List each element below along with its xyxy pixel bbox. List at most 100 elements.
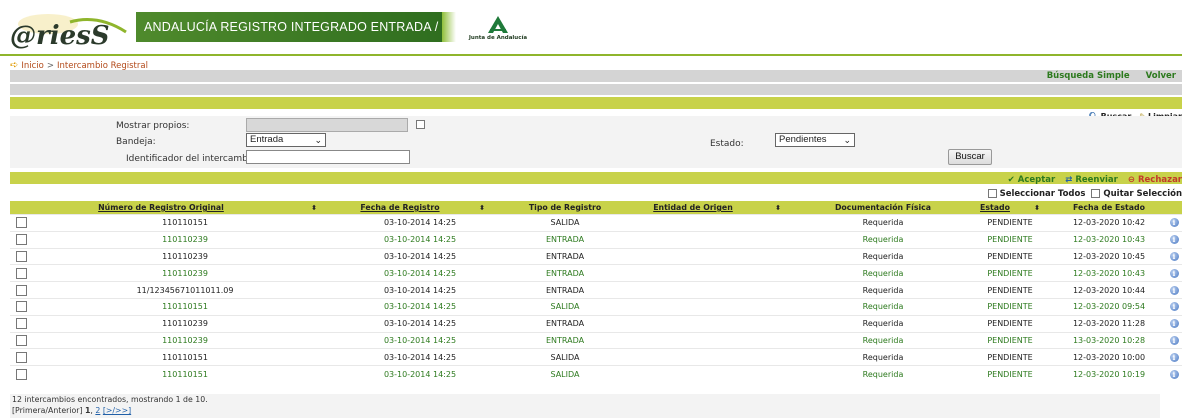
cell-origin-entity xyxy=(628,331,798,349)
cell-checkbox[interactable] xyxy=(10,264,32,282)
row-checkbox[interactable] xyxy=(15,284,27,296)
cell-origin-entity xyxy=(628,348,798,366)
info-icon[interactable]: i xyxy=(1169,235,1179,245)
results-summary: 12 intercambios encontrados, mostrando 1… xyxy=(12,395,208,404)
table-row[interactable]: 11/12345671011011.09 03-10-2014 14:25 ENTR… xyxy=(10,281,1182,299)
header-origin-entity[interactable]: Entidad de Origen xyxy=(628,201,758,215)
cell-info[interactable]: i xyxy=(1166,264,1182,282)
filter-panel: Mostrar propios: Bandeja: Entrada ⌄ Ident… xyxy=(10,116,1182,168)
info-icon[interactable]: i xyxy=(1169,335,1179,345)
back-link[interactable]: Volver xyxy=(1146,71,1176,81)
cell-checkbox[interactable] xyxy=(10,348,32,366)
cell-status-date: 12-03-2020 11:28 xyxy=(1052,314,1166,333)
chevron-down-icon: ⌄ xyxy=(843,135,851,145)
cell-info[interactable]: i xyxy=(1166,247,1182,265)
resend-action[interactable]: ⇄ Reenviar xyxy=(1065,175,1118,185)
aries-logo[interactable]: @riesS xyxy=(8,10,136,51)
reject-action[interactable]: ⊖ Rechazar xyxy=(1128,175,1182,185)
cell-status-date: 12-03-2020 09:54 xyxy=(1052,297,1166,316)
tray-select[interactable]: Entrada ⌄ xyxy=(246,133,326,147)
header-status[interactable]: Estado xyxy=(968,201,1022,215)
cell-origin-entity xyxy=(628,365,798,382)
cell-orig-number: 110110239 xyxy=(32,314,338,333)
table-header-row: Número de Registro Original ⬍ Fecha de R… xyxy=(10,201,1182,215)
cell-status: PENDIENTE xyxy=(968,264,1052,282)
cell-info[interactable]: i xyxy=(1166,314,1182,333)
select-all-checkbox[interactable] xyxy=(987,189,997,198)
cell-orig-number: 110110151 xyxy=(32,348,338,366)
table-row[interactable]: 110110151 03-10-2014 14:25 SALIDA Requerida… xyxy=(10,297,1182,316)
header-orig-number[interactable]: Número de Registro Original xyxy=(32,201,290,215)
row-checkbox[interactable] xyxy=(15,267,27,279)
table-row[interactable]: 110110239 03-10-2014 14:25 ENTRADA Requerid… xyxy=(10,264,1182,282)
row-checkbox[interactable] xyxy=(15,368,27,380)
tray-select-value: Entrada xyxy=(250,134,284,145)
cell-status-date: 12-03-2020 10:19 xyxy=(1052,365,1166,382)
cell-checkbox[interactable] xyxy=(10,297,32,316)
header-reg-date[interactable]: Fecha de Registro xyxy=(338,201,462,215)
row-checkbox[interactable] xyxy=(15,351,27,363)
row-checkbox[interactable] xyxy=(15,301,27,313)
cell-info[interactable]: i xyxy=(1166,331,1182,349)
pager-next-last[interactable]: [>/>>] xyxy=(103,406,131,415)
sort-icon[interactable]: ⬍ xyxy=(290,201,338,215)
show-own-checkbox[interactable] xyxy=(416,120,425,129)
row-checkbox[interactable] xyxy=(15,234,27,246)
row-checkbox[interactable] xyxy=(15,217,27,229)
info-icon[interactable]: i xyxy=(1169,285,1179,295)
info-icon[interactable]: i xyxy=(1169,218,1179,228)
table-row[interactable]: 110110151 03-10-2014 14:25 SALIDA Requerida… xyxy=(10,365,1182,382)
results-table: Número de Registro Original ⬍ Fecha de R… xyxy=(10,201,1182,382)
pager: [Primera/Anterior] 1, 2 [>/>>] xyxy=(12,406,132,415)
cell-info[interactable]: i xyxy=(1166,214,1182,232)
sort-icon[interactable]: ⬍ xyxy=(1022,201,1052,215)
accept-action[interactable]: ✔ Aceptar xyxy=(1008,175,1056,185)
cell-checkbox[interactable] xyxy=(10,230,32,249)
table-row[interactable]: 110110239 03-10-2014 14:25 ENTRADA Requerid… xyxy=(10,331,1182,349)
cell-info[interactable]: i xyxy=(1166,281,1182,299)
table-row[interactable]: 110110239 03-10-2014 14:25 ENTRADA Requerid… xyxy=(10,247,1182,265)
status-select[interactable]: Pendientes ⌄ xyxy=(775,133,855,147)
search-button[interactable]: Buscar xyxy=(948,149,992,165)
cell-checkbox[interactable] xyxy=(10,314,32,333)
exchange-id-label: Identificador del intercambio: xyxy=(126,154,259,164)
cell-physical-doc: Requerida xyxy=(798,230,968,249)
table-row[interactable]: 110110151 03-10-2014 14:25 SALIDA Requerida… xyxy=(10,214,1182,232)
cell-origin-entity xyxy=(628,297,798,316)
deselect-checkbox[interactable] xyxy=(1091,189,1101,198)
table-row[interactable]: 110110239 03-10-2014 14:25 ENTRADA Requerid… xyxy=(10,314,1182,333)
sort-icon[interactable]: ⬍ xyxy=(758,201,798,215)
cell-info[interactable]: i xyxy=(1166,365,1182,382)
info-icon[interactable]: i xyxy=(1169,302,1179,312)
cell-physical-doc: Requerida xyxy=(798,365,968,382)
cell-checkbox[interactable] xyxy=(10,365,32,382)
cell-checkbox[interactable] xyxy=(10,214,32,232)
cell-info[interactable]: i xyxy=(1166,230,1182,249)
exchange-id-input[interactable] xyxy=(246,150,410,164)
cell-reg-date: 03-10-2014 14:25 xyxy=(338,331,502,349)
cell-status-date: 12-03-2020 10:00 xyxy=(1052,348,1166,366)
cell-info[interactable]: i xyxy=(1166,297,1182,316)
banner-fade xyxy=(442,12,456,42)
cell-info[interactable]: i xyxy=(1166,348,1182,366)
info-icon[interactable]: i xyxy=(1169,319,1179,329)
cell-reg-date: 03-10-2014 14:25 xyxy=(338,214,502,232)
row-checkbox[interactable] xyxy=(15,334,27,346)
pager-page-2[interactable]: 2 xyxy=(95,406,100,415)
info-icon[interactable]: i xyxy=(1169,369,1179,379)
table-row[interactable]: 110110151 03-10-2014 14:25 SALIDA Requerida… xyxy=(10,348,1182,366)
cell-checkbox[interactable] xyxy=(10,281,32,299)
cell-checkbox[interactable] xyxy=(10,331,32,349)
cell-orig-number: 110110239 xyxy=(32,247,338,265)
deselect-label: Quitar Selección xyxy=(1103,189,1182,199)
cell-checkbox[interactable] xyxy=(10,247,32,265)
sort-icon[interactable]: ⬍ xyxy=(462,201,502,215)
info-icon[interactable]: i xyxy=(1169,352,1179,362)
row-checkbox[interactable] xyxy=(15,318,27,330)
simple-search-link[interactable]: Búsqueda Simple xyxy=(1047,71,1130,81)
row-checkbox[interactable] xyxy=(15,250,27,262)
info-icon[interactable]: i xyxy=(1169,251,1179,261)
resend-icon: ⇄ xyxy=(1065,175,1073,185)
info-icon[interactable]: i xyxy=(1169,268,1179,278)
table-row[interactable]: 110110239 03-10-2014 14:25 ENTRADA Requerid… xyxy=(10,230,1182,249)
